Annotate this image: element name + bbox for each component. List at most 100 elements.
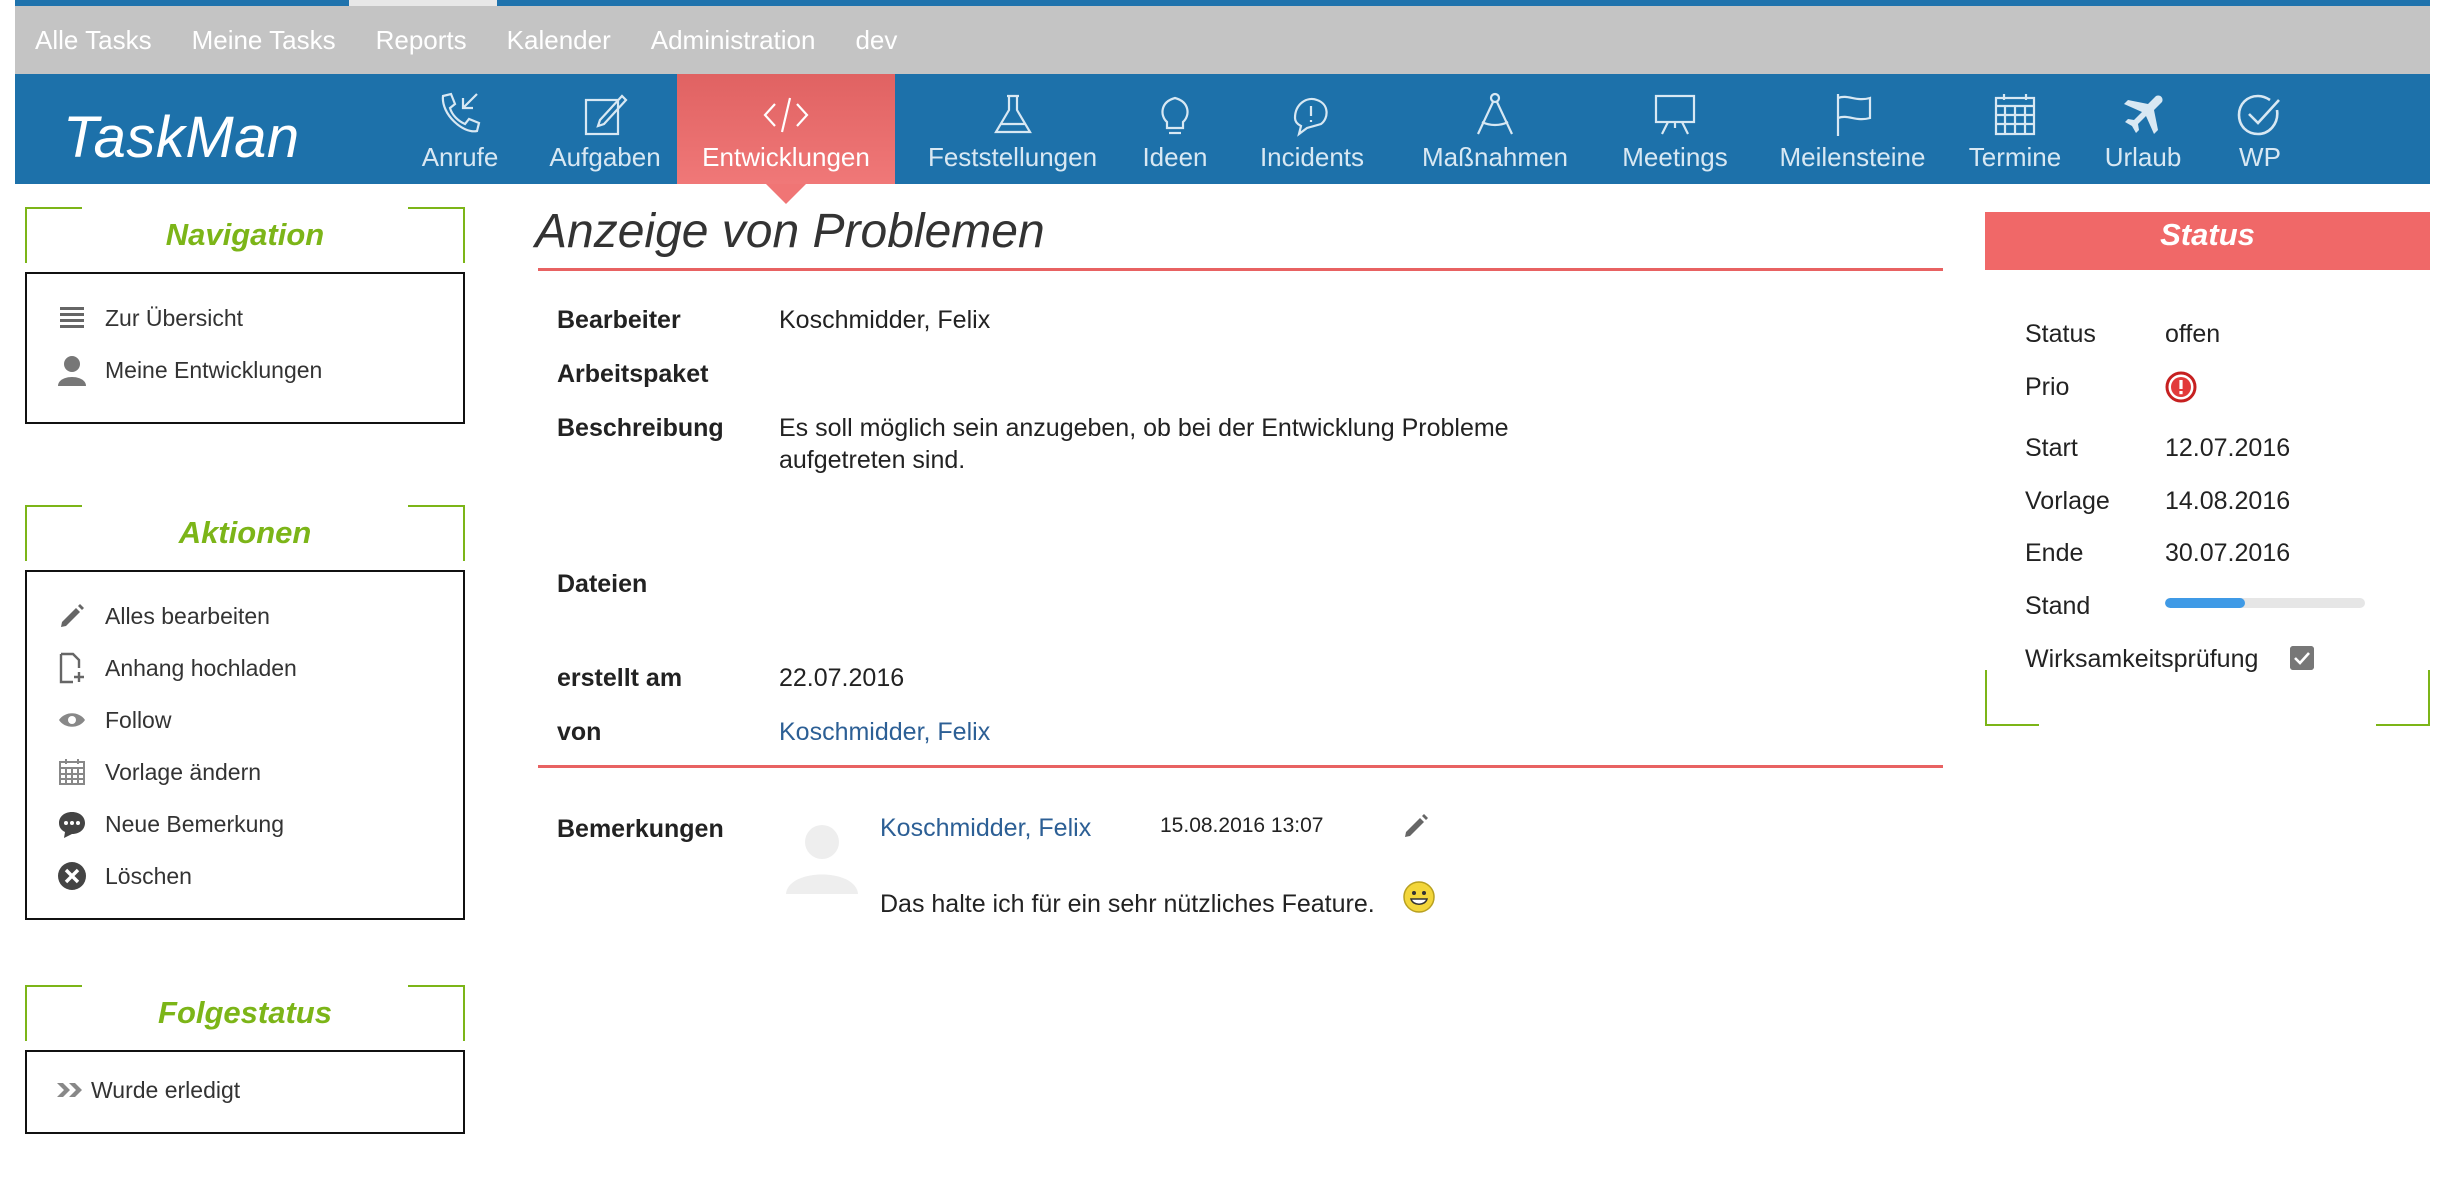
code-icon xyxy=(763,97,809,133)
actions-panel: Alles bearbeiten Anhang hochladen Follow… xyxy=(25,570,465,920)
navigation-panel: Zur Übersicht Meine Entwicklungen xyxy=(25,272,465,424)
ende-label: Ende xyxy=(2025,539,2084,567)
start-value: 12.07.2016 xyxy=(2165,434,2291,462)
creator-link[interactable]: Koschmidder, Felix xyxy=(779,718,990,747)
comment-text: Das halte ich für ein sehr nützliches Fe… xyxy=(880,890,1375,918)
nav-feststellungen[interactable]: Feststellungen xyxy=(920,74,1105,184)
action-label: Vorlage ändern xyxy=(105,758,262,785)
action-follow[interactable]: Follow xyxy=(27,694,463,746)
actions-panel-title: Aktionen xyxy=(178,515,312,550)
nav-label: Urlaub xyxy=(2104,142,2182,172)
field-label: Arbeitspaket xyxy=(557,360,709,388)
nav-label: Anrufe xyxy=(421,142,499,172)
status-label: Status xyxy=(2025,320,2096,348)
action-loeschen[interactable]: Löschen xyxy=(27,850,463,902)
top-menu-dev[interactable]: dev xyxy=(855,25,897,56)
nav-termine[interactable]: Termine xyxy=(1960,74,2070,184)
eye-icon xyxy=(55,703,89,737)
comment-author-link[interactable]: Koschmidder, Felix xyxy=(880,814,1091,843)
navigation-panel-header: Navigation xyxy=(25,207,465,263)
prio-label: Prio xyxy=(2025,373,2070,401)
action-label: Follow xyxy=(105,706,172,733)
action-alles-bearbeiten[interactable]: Alles bearbeiten xyxy=(27,590,463,642)
top-menu-kalender[interactable]: Kalender xyxy=(507,25,611,56)
followup-panel-title: Folgestatus xyxy=(158,995,332,1030)
title-divider xyxy=(538,268,1943,271)
nav-wp[interactable]: WP xyxy=(2215,74,2305,184)
sidebar-item-label: Zur Übersicht xyxy=(105,304,244,331)
comment-icon xyxy=(55,807,89,841)
presentation-board-icon xyxy=(1654,94,1696,135)
app-logo[interactable]: TaskMan xyxy=(63,104,300,171)
sidebar-item-zur-uebersicht[interactable]: Zur Übersicht xyxy=(27,292,463,344)
field-label: Beschreibung xyxy=(557,414,724,442)
field-value: 22.07.2016 xyxy=(779,664,905,692)
nav-ideen[interactable]: Ideen xyxy=(1125,74,1225,184)
double-chevron-right-icon xyxy=(55,1073,85,1107)
nav-label: Incidents xyxy=(1259,142,1365,172)
nav-incidents[interactable]: Incidents xyxy=(1247,74,1377,184)
edit-comment-pencil-icon[interactable] xyxy=(1400,810,1432,842)
top-menu: Alle Tasks Meine Tasks Reports Kalender … xyxy=(15,6,2430,74)
status-panel-title: Status xyxy=(1985,212,2430,270)
priority-alert-icon xyxy=(2165,371,2197,403)
top-menu-administration[interactable]: Administration xyxy=(651,25,816,56)
pencil-icon xyxy=(55,599,89,633)
corner-bracket xyxy=(2376,670,2430,726)
page: Alle Tasks Meine Tasks Reports Kalender … xyxy=(0,0,2448,1180)
nav-label: Feststellungen xyxy=(927,142,1098,172)
field-label: erstellt am xyxy=(557,664,683,692)
vorlage-value: 14.08.2016 xyxy=(2165,487,2291,515)
status-value: offen xyxy=(2165,320,2221,348)
check-circle-icon xyxy=(2237,94,2280,136)
vorlage-label: Vorlage xyxy=(2025,487,2110,515)
nav-label: Meilensteine xyxy=(1779,142,1926,172)
app-bar: TaskMan Anrufe Aufgaben Entwicklungen Fe… xyxy=(15,74,2430,204)
edit-note-icon xyxy=(584,94,628,136)
content-divider xyxy=(538,765,1943,768)
action-vorlage-aendern[interactable]: Vorlage ändern xyxy=(27,746,463,798)
list-icon xyxy=(55,301,89,335)
nav-anrufe[interactable]: Anrufe xyxy=(405,74,515,184)
nav-meetings[interactable]: Meetings xyxy=(1605,74,1745,184)
followup-panel: Wurde erledigt xyxy=(25,1050,465,1134)
top-menu-alle-tasks[interactable]: Alle Tasks xyxy=(35,25,152,56)
nav-urlaub[interactable]: Urlaub xyxy=(2093,74,2193,184)
nav-label: Entwicklungen xyxy=(702,142,870,172)
lightbulb-icon xyxy=(1161,96,1189,135)
delete-circle-icon xyxy=(55,859,89,893)
field-value-line-1: Es soll möglich sein anzugeben, ob bei d… xyxy=(779,414,1509,442)
user-icon xyxy=(55,353,89,387)
top-menu-reports[interactable]: Reports xyxy=(376,25,467,56)
comment-timestamp: 15.08.2016 13:07 xyxy=(1160,814,1324,837)
avatar xyxy=(786,825,858,894)
field-label: Bearbeiter xyxy=(557,306,681,334)
nav-label: Meetings xyxy=(1622,142,1728,172)
nav-label: WP xyxy=(2239,142,2281,172)
start-label: Start xyxy=(2025,434,2078,462)
followup-wurde-erledigt[interactable]: Wurde erledigt xyxy=(27,1064,463,1116)
smiley-emoji-icon xyxy=(1403,881,1435,913)
action-anhang-hochladen[interactable]: Anhang hochladen xyxy=(27,642,463,694)
sidebar-item-meine-entwicklungen[interactable]: Meine Entwicklungen xyxy=(27,344,463,396)
top-menu-meine-tasks[interactable]: Meine Tasks xyxy=(192,25,336,56)
nav-aufgaben[interactable]: Aufgaben xyxy=(540,74,670,184)
nav-entwicklungen[interactable]: Entwicklungen xyxy=(677,74,895,204)
action-label: Neue Bemerkung xyxy=(105,810,284,837)
action-neue-bemerkung[interactable]: Neue Bemerkung xyxy=(27,798,463,850)
stand-progress-bar xyxy=(2165,598,2365,608)
nav-label: Aufgaben xyxy=(549,142,661,172)
comments-label: Bemerkungen xyxy=(557,815,724,843)
wirksamkeit-checkbox[interactable] xyxy=(2290,646,2314,670)
nav-massnahmen[interactable]: Maßnahmen xyxy=(1410,74,1580,184)
flask-icon xyxy=(993,94,1032,134)
followup-label: Wurde erledigt xyxy=(91,1076,241,1103)
nav-meilensteine[interactable]: Meilensteine xyxy=(1765,74,1940,184)
stand-label: Stand xyxy=(2025,592,2091,620)
flag-icon xyxy=(1836,94,1871,136)
ende-value: 30.07.2016 xyxy=(2165,539,2291,567)
field-value-line-2: aufgetreten sind. xyxy=(779,446,966,474)
nav-label: Maßnahmen xyxy=(1422,142,1568,172)
field-label: Dateien xyxy=(557,570,648,598)
actions-panel-header: Aktionen xyxy=(25,505,465,561)
